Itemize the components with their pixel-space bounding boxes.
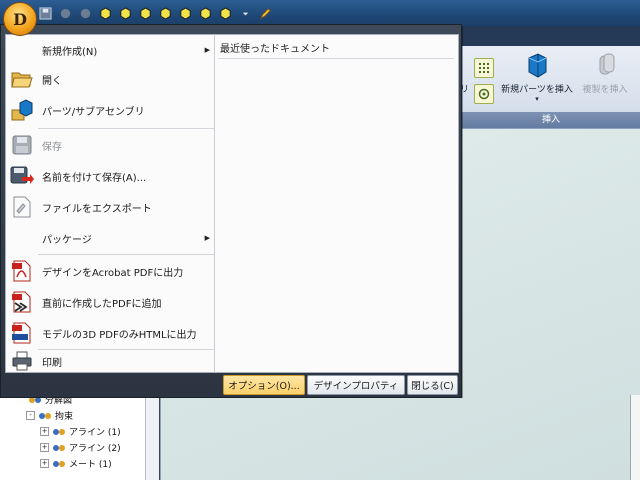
recent-documents-title: 最近使ったドキュメント — [220, 44, 330, 55]
save-icon — [9, 132, 35, 158]
menu-item-label: モデルの3D PDFのみHTMLに出力 — [42, 329, 197, 341]
menu-item-save-as[interactable]: 名前を付けて保存(A)... — [6, 161, 214, 191]
menu-separator — [38, 254, 214, 255]
menu-footer: オプション(O)... デザインプロパティ 閉じる(C) — [5, 373, 458, 395]
ribbon-group-insert-label: 挿入 — [462, 112, 640, 128]
tree-scrollbar[interactable] — [145, 390, 159, 480]
menu-item-export-pdf[interactable]: デザインをAcrobat PDFに出力 — [6, 256, 214, 286]
cube-view-4-icon[interactable] — [158, 6, 172, 20]
menu-item-new[interactable]: 新規作成(N) ▶ — [6, 37, 214, 63]
menu-item-label: パーツ/サブアセンブリ — [42, 106, 145, 118]
tree-row[interactable]: - 拘束 — [26, 408, 73, 423]
menu-item-3d-pdf-html[interactable]: モデルの3D PDFのみHTMLに出力 — [6, 318, 214, 348]
options-button[interactable]: オプション(O)... — [223, 375, 305, 395]
collapse-icon[interactable]: - — [26, 411, 35, 420]
menu-separator — [38, 349, 214, 350]
new-part-icon — [528, 53, 547, 78]
cube-view-6-icon[interactable] — [198, 6, 212, 20]
menu-item-label: 開く — [42, 75, 62, 87]
quick-access-toolbar — [38, 4, 272, 22]
title-bar — [0, 0, 640, 26]
application-menu-button[interactable]: D — [3, 2, 37, 36]
cube-view-5-icon[interactable] — [178, 6, 192, 20]
cube-view-1-icon[interactable] — [98, 6, 112, 20]
tree-row[interactable]: + アライン (1) — [40, 424, 121, 439]
pdf-icon — [9, 258, 35, 284]
model-edge — [630, 395, 640, 480]
grid-icon — [479, 63, 489, 73]
menu-item-label: 保存 — [42, 141, 62, 153]
feature-tree: 分解図 - 拘束 + アライン (1) + アライン (2) + メート (1) — [0, 390, 159, 480]
menu-item-label: ファイルをエクスポート — [42, 203, 152, 215]
tree-row-label: メート (1) — [69, 460, 112, 470]
menu-item-print[interactable]: 印刷 — [6, 351, 214, 371]
design-properties-button[interactable]: デザインプロパティ — [307, 375, 405, 395]
expand-icon[interactable]: + — [40, 427, 49, 436]
printer-icon — [9, 348, 35, 374]
part-assembly-icon — [9, 97, 35, 123]
submenu-arrow-icon: ▶ — [204, 46, 210, 54]
target-icon — [478, 88, 490, 100]
menu-separator — [38, 128, 214, 129]
duplicate-insert-label: 複製を挿入 — [582, 85, 628, 95]
tree-row[interactable]: + メート (1) — [40, 456, 112, 471]
save-icon[interactable] — [38, 6, 52, 20]
dropdown-icon[interactable] — [238, 6, 252, 20]
new-part-insert-label: 新規パーツを挿入 — [501, 85, 573, 95]
submenu-arrow-icon: ▶ — [204, 234, 210, 242]
align-icon — [53, 444, 65, 451]
cube-view-2-icon[interactable] — [118, 6, 132, 20]
expand-icon[interactable]: + — [40, 459, 49, 468]
new-part-dropdown-icon: ▾ — [535, 95, 539, 103]
undo-icon[interactable] — [58, 6, 72, 20]
menu-item-export[interactable]: ファイルをエクスポート — [6, 192, 214, 222]
redo-icon[interactable] — [78, 6, 92, 20]
menu-item-append-pdf[interactable]: 直前に作成したPDFに追加 — [6, 287, 214, 317]
menu-item-label: パッケージ — [42, 234, 92, 246]
menu-item-package[interactable]: パッケージ ▶ — [6, 223, 214, 253]
expand-icon[interactable]: + — [40, 443, 49, 452]
duplicate-icon — [599, 53, 615, 75]
cube-view-3-icon[interactable] — [138, 6, 152, 20]
constraint-icon — [39, 412, 51, 419]
menu-item-open[interactable]: 開く — [6, 64, 214, 94]
align-icon — [53, 428, 65, 435]
tree-row-label: 拘束 — [55, 412, 74, 422]
menu-item-save[interactable]: 保存 — [6, 130, 214, 160]
menu-item-label: 新規作成(N) — [42, 46, 98, 58]
tree-row-label: アライン (1) — [69, 428, 121, 438]
menu-item-part-assembly[interactable]: パーツ/サブアセンブリ — [6, 95, 214, 125]
menu-item-label: 直前に作成したPDFに追加 — [42, 298, 162, 310]
open-folder-icon — [9, 66, 35, 92]
duplicate-insert-button[interactable]: 複製を挿入 — [579, 52, 631, 95]
cube-view-7-icon[interactable] — [218, 6, 232, 20]
menu-item-label: 印刷 — [42, 357, 62, 369]
menu-commands-panel: 新規作成(N) ▶ 開く パーツ/サブアセンブリ 保存 名前を付けて保存(A).… — [5, 34, 215, 373]
mate-icon — [53, 460, 65, 467]
grid-button[interactable] — [474, 58, 494, 78]
app-logo-icon: D — [13, 9, 27, 29]
tree-row-label: アライン (2) — [69, 444, 121, 454]
menu-item-label: デザインをAcrobat PDFに出力 — [42, 267, 184, 279]
export-icon — [9, 194, 35, 220]
target-button[interactable] — [474, 84, 494, 104]
pdf-html-icon — [9, 320, 35, 346]
recent-separator — [218, 58, 454, 59]
application-menu: 新規作成(N) ▶ 開く パーツ/サブアセンブリ 保存 名前を付けて保存(A).… — [0, 24, 462, 398]
close-button[interactable]: 閉じる(C) — [407, 375, 458, 395]
save-as-icon — [9, 163, 35, 189]
new-part-insert-button[interactable]: 新規パーツを挿入 ▾ — [496, 52, 578, 103]
pencil-icon[interactable] — [258, 6, 272, 20]
menu-item-label: 名前を付けて保存(A)... — [42, 172, 147, 184]
pdf-append-icon — [9, 289, 35, 315]
tree-row[interactable]: + アライン (2) — [40, 440, 121, 455]
recent-documents-panel: 最近使ったドキュメント — [214, 34, 459, 373]
